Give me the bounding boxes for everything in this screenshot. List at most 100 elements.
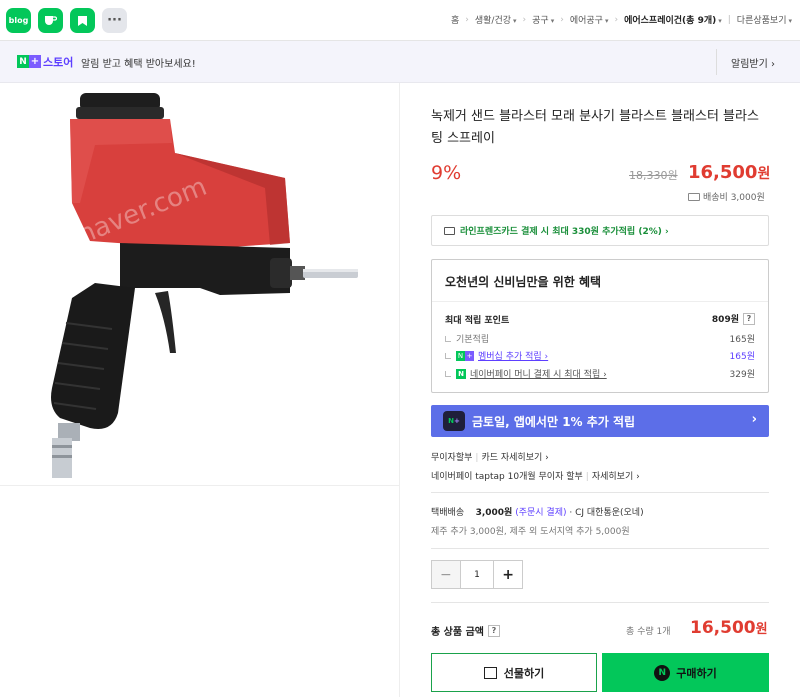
shipping-extra-fee: 제주 추가 3,000원, 제주 외 도서지역 추가 5,000원 — [431, 527, 630, 537]
total-price: 16,500원 — [690, 618, 768, 638]
credit-card-icon — [444, 226, 455, 235]
truck-icon — [688, 192, 700, 201]
breadcrumb-label: 공구 — [532, 16, 549, 26]
tree-branch-icon — [445, 370, 451, 377]
naver-pay-icon: N — [654, 664, 671, 681]
breadcrumb-category-current[interactable]: 에어스프레이건(총 9개) ▾ — [624, 13, 722, 26]
more-apps-icon[interactable]: ··· — [102, 8, 127, 33]
membership-points-link[interactable]: 멤버십 추가 적립 › — [478, 349, 548, 362]
chevron-right-icon: › — [751, 412, 757, 427]
total-label-text: 총 상품 금액 — [431, 627, 484, 638]
chevron-down-icon: ▾ — [604, 17, 609, 25]
gift-icon — [483, 666, 497, 679]
basic-points-row: 기본적립 — [445, 332, 489, 345]
post-app-icon[interactable] — [70, 8, 95, 33]
sale-price-unit: 원 — [757, 166, 771, 182]
badge-n: N — [17, 55, 29, 68]
max-points-value: 809원? — [712, 312, 755, 325]
cafe-app-icon[interactable] — [38, 8, 63, 33]
store-label: 스토어 — [43, 56, 74, 69]
chevron-down-icon: ▾ — [718, 17, 722, 25]
npay-points-value: 329원 — [729, 370, 755, 380]
divider — [432, 301, 768, 302]
cup-icon — [45, 16, 57, 25]
buy-button-label: 구매하기 — [676, 666, 717, 680]
discount-rate: 9% — [431, 162, 462, 184]
npay-points-row: N 네이버페이 머니 결제 시 최대 적립 › — [445, 367, 607, 380]
total-price-label: 총 상품 금액? — [431, 623, 500, 638]
quantity-decrease-button[interactable]: − — [432, 561, 461, 588]
alarm-subscribe-button[interactable]: 알림받기 › — [716, 49, 800, 75]
separator: | — [585, 472, 589, 482]
max-points-label: 최대 적립 포인트 — [445, 313, 509, 326]
quantity-input[interactable]: 1 — [461, 561, 494, 588]
card-offer-banner[interactable]: 라인프렌즈카드 결제 시 최대 330원 추가적립 (2%) › — [431, 215, 769, 246]
promo-text: 금토일, 앱에서만 1% 추가 적립 — [472, 414, 636, 429]
breadcrumb-separator: | — [727, 14, 731, 25]
breadcrumb-separator: › — [522, 14, 527, 25]
badge-plus: + — [29, 55, 41, 68]
chevron-down-icon: ▾ — [513, 17, 517, 25]
blog-app-icon[interactable]: blog — [6, 8, 31, 33]
shipping-carrier: · CJ 대한통운(오네) — [569, 508, 644, 518]
member-benefit-box: 오천년의 신비님만을 위한 혜택 최대 적립 포인트 809원? 기본적립 16… — [431, 259, 769, 393]
breadcrumb-label: 다른상품보기 — [736, 16, 787, 26]
breadcrumb-category-1[interactable]: 생활/건강 ▾ — [475, 13, 517, 26]
gift-button[interactable]: 선물하기 — [431, 653, 597, 692]
taptap-installment-text: 네이버페이 taptap 10개월 무이자 할부 — [431, 472, 583, 482]
installment-line-2: 네이버페이 taptap 10개월 무이자 할부 | 자세히보기 › — [431, 469, 640, 482]
breadcrumb-separator: › — [465, 14, 469, 25]
max-points-label-text: 최대 적립 포인트 — [445, 316, 510, 326]
shipping-fee-text: 배송비 3,000원 — [703, 193, 765, 203]
max-points-value-text: 809원 — [711, 315, 739, 325]
installment-label: 무이자할부 — [431, 453, 473, 463]
tree-branch-icon — [445, 352, 451, 359]
buy-button[interactable]: N 구매하기 — [602, 653, 769, 692]
divider — [431, 602, 769, 603]
membership-points-value: 165원 — [729, 352, 755, 362]
other-products-link[interactable]: 다른상품보기 ▾ — [737, 13, 792, 26]
help-icon[interactable]: ? — [743, 312, 755, 325]
divider — [431, 548, 769, 549]
chevron-down-icon: ▾ — [550, 17, 555, 25]
product-image[interactable]: e.naver.com — [0, 83, 399, 486]
taptap-detail-link[interactable]: 자세히보기 › — [592, 472, 640, 482]
sale-price-number: 16,500 — [688, 162, 758, 183]
basic-points-label: 기본적립 — [456, 335, 490, 345]
card-detail-link[interactable]: 카드 자세히보기 › — [481, 453, 548, 463]
card-offer-text: 라인프렌즈카드 결제 시 최대 330원 추가적립 (2%) › — [460, 227, 669, 237]
shipping-type: 택배배송 — [431, 508, 465, 518]
product-title: 녹제거 샌드 블라스터 모래 분사기 블라스트 블래스터 블라스팅 스프레이 — [431, 109, 759, 146]
benefit-title: 오천년의 신비님만을 위한 혜택 — [445, 275, 602, 289]
divider — [431, 492, 769, 493]
naver-pay-icon: N — [456, 368, 466, 379]
help-icon[interactable]: ? — [487, 624, 500, 637]
shipping-info: 택배배송 3,000원 (주문시 결제) · CJ 대한통운(오네) — [431, 505, 644, 518]
breadcrumb-home[interactable]: 홈 — [451, 13, 459, 26]
total-price-unit: 원 — [755, 622, 768, 637]
quantity-increase-button[interactable]: + — [493, 561, 522, 588]
product-image-pane: e.naver.com — [0, 83, 400, 697]
naver-plus-mini-icon: N + — [456, 350, 474, 361]
chevron-down-icon: ▾ — [788, 17, 792, 25]
sandblaster-gun-image: e.naver.com — [51, 93, 358, 478]
tree-branch-icon — [445, 335, 451, 342]
banner-message: 알림 받고 혜택 받아보세요! — [81, 59, 196, 70]
breadcrumb-label: 에어스프레이건(총 9개) — [624, 16, 717, 26]
total-price-number: 16,500 — [690, 618, 756, 638]
breadcrumb-category-2[interactable]: 공구 ▾ — [532, 13, 554, 26]
breadcrumb-category-3[interactable]: 에어공구 ▾ — [570, 13, 609, 26]
app-promo-banner[interactable]: N + 금토일, 앱에서만 1% 추가 적립 › — [431, 405, 769, 437]
npay-points-link[interactable]: 네이버페이 머니 결제 시 최대 적립 › — [470, 367, 607, 380]
naver-plus-app-icon: N + — [443, 411, 465, 431]
shipping-fee: 3,000원 — [475, 508, 513, 518]
total-quantity: 총 수량 1개 — [626, 627, 671, 637]
sale-price: 16,500원 — [688, 162, 770, 183]
quantity-stepper: − 1 + — [431, 560, 523, 589]
breadcrumb-label: 생활/건강 — [474, 16, 512, 26]
breadcrumb-separator: › — [560, 14, 564, 25]
membership-points-row: N + 멤버십 추가 적립 › — [445, 349, 548, 362]
blog-app-label: blog — [8, 16, 29, 25]
original-price: 18,330원 — [629, 169, 678, 182]
breadcrumb-separator: › — [614, 14, 619, 25]
